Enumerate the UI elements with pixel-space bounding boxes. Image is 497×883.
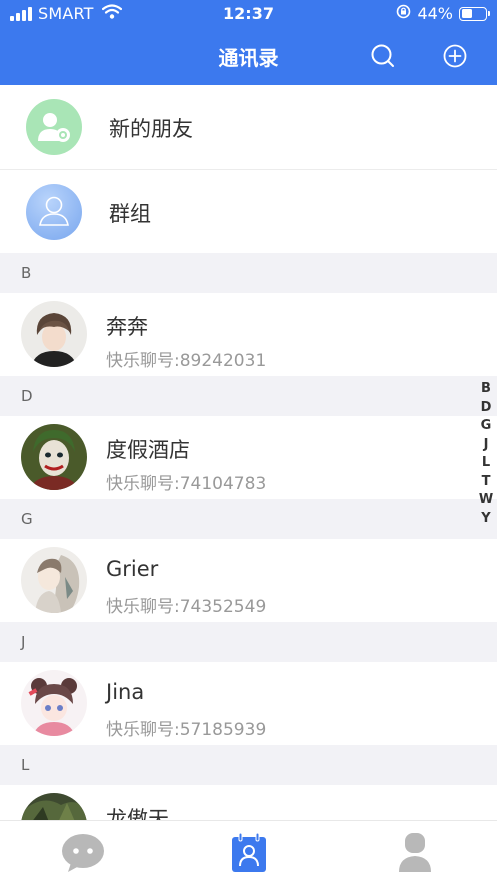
battery-percent: 44%	[417, 4, 453, 23]
new-friends-row[interactable]: 新的朋友	[0, 85, 497, 169]
battery-icon	[459, 6, 490, 21]
contact-name: Grier	[106, 557, 159, 581]
contact-row[interactable]: 度假酒店 快乐聊号:74104783	[0, 416, 497, 499]
groups-label: 群组	[109, 202, 151, 226]
index-letter-b[interactable]: B	[478, 380, 494, 399]
index-letter-g[interactable]: G	[478, 417, 494, 436]
contact-avatar	[21, 670, 87, 736]
index-letter-w[interactable]: W	[478, 491, 494, 510]
contact-row[interactable]: 龙傲天	[0, 785, 497, 820]
status-right: 44%	[396, 4, 490, 23]
contact-name: 龙傲天	[106, 807, 169, 820]
contact-name: 度假酒店	[106, 438, 190, 462]
plus-circle-icon	[443, 44, 467, 68]
new-friends-label: 新的朋友	[109, 117, 193, 141]
index-letter-d[interactable]: D	[478, 399, 494, 418]
group-icon	[39, 196, 69, 226]
contact-name: 奔奔	[106, 315, 148, 339]
orientation-lock-icon	[396, 4, 411, 23]
section-header-g: G	[0, 499, 497, 539]
contact-row[interactable]: Grier 快乐聊号:74352549	[0, 539, 497, 622]
status-bar: SMART 12:37 44%	[0, 0, 497, 28]
contact-id: 快乐聊号:74104783	[106, 474, 267, 494]
chat-icon	[62, 834, 104, 872]
contact-id: 快乐聊号:74352549	[106, 597, 267, 617]
tab-profile[interactable]	[392, 831, 438, 875]
section-header-l: L	[0, 745, 497, 785]
contact-id: 快乐聊号:57185939	[106, 720, 267, 740]
contact-avatar	[21, 424, 87, 490]
section-header-j: J	[0, 622, 497, 662]
contacts-icon	[232, 832, 266, 872]
section-header-b: B	[0, 253, 497, 293]
section-header-d: D	[0, 376, 497, 416]
contact-row[interactable]: 奔奔 快乐聊号:89242031	[0, 293, 497, 376]
profile-icon	[399, 833, 431, 872]
alphabet-index[interactable]: B D G J L T W Y	[478, 380, 494, 528]
contact-avatar	[21, 547, 87, 613]
contact-id: 快乐聊号:89242031	[106, 351, 267, 371]
search-icon	[371, 44, 394, 67]
contact-row[interactable]: Jina 快乐聊号:57185939	[0, 662, 497, 745]
index-letter-y[interactable]: Y	[478, 510, 494, 529]
tab-contacts[interactable]	[226, 831, 272, 875]
add-button[interactable]	[441, 42, 469, 70]
contact-list[interactable]: 新的朋友 群组 B 奔奔 快乐聊号:89242031 D 度假酒店 快乐聊号:7…	[0, 85, 497, 820]
navigation-bar: 通讯录	[0, 28, 497, 85]
group-avatar	[26, 184, 82, 240]
contact-avatar	[21, 793, 87, 820]
new-friend-avatar	[26, 99, 82, 155]
contact-name: Jina	[106, 680, 145, 704]
tab-chats[interactable]	[60, 831, 106, 875]
index-letter-t[interactable]: T	[478, 473, 494, 492]
new-friend-icon	[38, 113, 70, 142]
index-letter-j[interactable]: J	[478, 436, 494, 455]
contact-avatar	[21, 301, 87, 367]
page-title: 通讯录	[218, 46, 279, 70]
groups-row[interactable]: 群组	[0, 169, 497, 253]
index-letter-l[interactable]: L	[478, 454, 494, 473]
search-button[interactable]	[369, 42, 397, 70]
tab-bar	[0, 820, 497, 883]
